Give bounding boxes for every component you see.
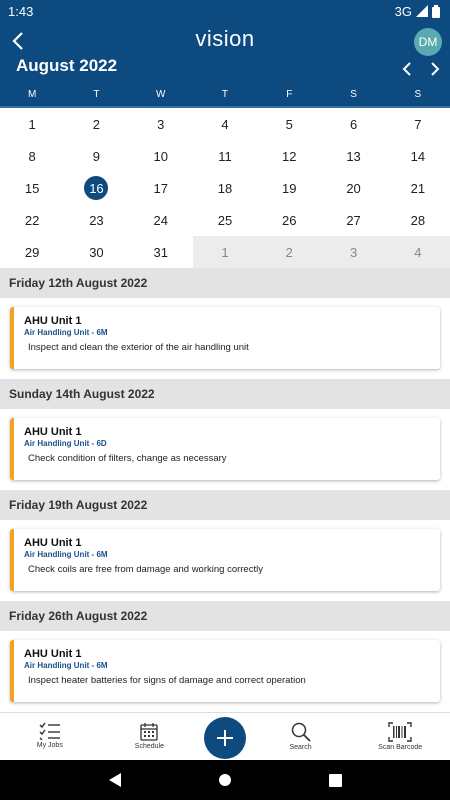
avatar[interactable]: DM bbox=[414, 28, 442, 56]
battery-icon bbox=[432, 4, 440, 18]
job-list[interactable]: Friday 12th August 2022 AHU Unit 1 Air H… bbox=[0, 268, 450, 712]
app-header: vision DM August 2022 bbox=[0, 22, 450, 84]
calendar-day[interactable]: 30 bbox=[64, 236, 128, 268]
tab-scan-barcode[interactable]: Scan Barcode bbox=[355, 713, 445, 751]
calendar-grid: 1 2 3 4 5 6 7 8 9 10 11 12 13 14 15 16 1… bbox=[0, 108, 450, 268]
weekday-label: F bbox=[286, 89, 293, 100]
calendar-day[interactable]: 6 bbox=[321, 108, 385, 140]
job-card[interactable]: AHU Unit 1 Air Handling Unit - 6D Check … bbox=[10, 418, 440, 480]
calendar-day[interactable]: 27 bbox=[321, 204, 385, 236]
calendar-day[interactable]: 29 bbox=[0, 236, 64, 268]
checklist-icon bbox=[39, 722, 60, 740]
month-nav bbox=[396, 58, 446, 80]
status-icons: 3G bbox=[395, 4, 440, 19]
status-time: 1:43 bbox=[8, 3, 34, 19]
month-title: August 2022 bbox=[16, 56, 118, 75]
next-month-button[interactable] bbox=[424, 58, 446, 80]
job-subtitle: Air Handling Unit - 6M bbox=[24, 550, 108, 559]
calendar-day[interactable]: 28 bbox=[386, 204, 450, 236]
calendar-day[interactable]: 10 bbox=[129, 140, 193, 172]
recents-square-icon[interactable] bbox=[328, 773, 342, 787]
job-card[interactable]: AHU Unit 1 Air Handling Unit - 6M Inspec… bbox=[10, 307, 440, 369]
back-triangle-icon[interactable] bbox=[108, 772, 122, 788]
calendar-day[interactable]: 24 bbox=[129, 204, 193, 236]
calendar-day[interactable]: 1 bbox=[0, 108, 64, 140]
tab-search[interactable]: Search bbox=[256, 713, 346, 751]
job-subtitle: Air Handling Unit - 6M bbox=[24, 661, 108, 670]
job-subtitle: Air Handling Unit - 6D bbox=[24, 439, 107, 448]
calendar-day-today[interactable]: 16 bbox=[64, 172, 128, 204]
home-circle-icon[interactable] bbox=[218, 773, 232, 787]
system-nav-bar bbox=[0, 760, 450, 800]
calendar-day[interactable]: 8 bbox=[0, 140, 64, 172]
date-header: Friday 19th August 2022 bbox=[0, 490, 450, 520]
calendar-day-next-month[interactable]: 4 bbox=[385, 236, 450, 268]
weekday-label: T bbox=[93, 89, 100, 100]
calendar-day[interactable]: 5 bbox=[257, 108, 321, 140]
signal-icon bbox=[416, 5, 428, 17]
weekday-label: S bbox=[414, 89, 422, 100]
prev-month-button[interactable] bbox=[396, 58, 418, 80]
job-title: AHU Unit 1 bbox=[24, 648, 82, 660]
tab-label: My Jobs bbox=[36, 742, 63, 749]
calendar-day[interactable]: 4 bbox=[193, 108, 257, 140]
calendar-day[interactable]: 31 bbox=[129, 236, 193, 268]
weekday-label: W bbox=[155, 89, 166, 100]
job-card[interactable]: AHU Unit 1 Air Handling Unit - 6M Check … bbox=[10, 529, 440, 591]
calendar-day-next-month[interactable]: 1 bbox=[192, 236, 258, 268]
job-subtitle: Air Handling Unit - 6M bbox=[24, 328, 108, 337]
tab-label: Search bbox=[289, 744, 312, 751]
search-icon bbox=[291, 722, 311, 742]
network-label: 3G bbox=[394, 3, 412, 19]
calendar-day[interactable]: 20 bbox=[321, 172, 385, 204]
calendar-icon bbox=[140, 723, 159, 741]
job-description: Check condition of filters, change as ne… bbox=[28, 453, 227, 464]
bottom-nav: My Jobs Schedule Search Scan Barcode bbox=[0, 712, 450, 760]
job-title: AHU Unit 1 bbox=[24, 315, 82, 327]
calendar-day[interactable]: 2 bbox=[64, 108, 128, 140]
calendar-day-next-month[interactable]: 2 bbox=[257, 236, 322, 268]
date-header: Friday 12th August 2022 bbox=[0, 268, 450, 298]
calendar-day[interactable]: 21 bbox=[386, 172, 450, 204]
chevron-left-icon bbox=[402, 62, 411, 76]
calendar-day[interactable]: 15 bbox=[0, 172, 64, 204]
calendar-day[interactable]: 23 bbox=[64, 204, 128, 236]
status-bar: 1:43 3G bbox=[0, 0, 450, 22]
calendar-day[interactable]: 19 bbox=[257, 172, 321, 204]
calendar-day[interactable]: 25 bbox=[193, 204, 257, 236]
weekday-header: M T W T F S S bbox=[0, 84, 450, 108]
calendar-day[interactable]: 13 bbox=[321, 140, 385, 172]
date-header: Sunday 14th August 2022 bbox=[0, 379, 450, 409]
tab-label: Scan Barcode bbox=[378, 744, 423, 751]
chevron-right-icon bbox=[431, 62, 440, 76]
date-header: Friday 26th August 2022 bbox=[0, 601, 450, 631]
calendar-day[interactable]: 11 bbox=[193, 140, 257, 172]
calendar-day[interactable]: 14 bbox=[386, 140, 450, 172]
calendar-day-next-month[interactable]: 3 bbox=[321, 236, 386, 268]
barcode-icon bbox=[388, 722, 412, 742]
tab-schedule[interactable]: Schedule bbox=[104, 713, 194, 750]
calendar-day[interactable]: 9 bbox=[64, 140, 128, 172]
job-card[interactable]: AHU Unit 1 Air Handling Unit - 6M Inspec… bbox=[10, 640, 440, 702]
job-description: Inspect and clean the exterior of the ai… bbox=[28, 342, 249, 353]
calendar-day[interactable]: 7 bbox=[386, 108, 450, 140]
weekday-label: T bbox=[221, 89, 229, 100]
calendar-day[interactable]: 3 bbox=[129, 108, 193, 140]
plus-icon bbox=[216, 730, 233, 746]
job-title: AHU Unit 1 bbox=[24, 426, 82, 438]
weekday-label: M bbox=[27, 89, 37, 100]
app-logo: vision bbox=[195, 26, 255, 51]
tab-label: Schedule bbox=[134, 743, 164, 750]
calendar-day[interactable]: 17 bbox=[129, 172, 193, 204]
job-description: Check coils are free from damage and wor… bbox=[28, 564, 263, 575]
add-job-button[interactable] bbox=[203, 717, 246, 759]
weekday-label: S bbox=[350, 89, 357, 100]
calendar-day[interactable]: 22 bbox=[0, 204, 64, 236]
calendar-day[interactable]: 26 bbox=[257, 204, 321, 236]
job-title: AHU Unit 1 bbox=[24, 537, 82, 549]
calendar-day[interactable]: 18 bbox=[193, 172, 257, 204]
job-description: Inspect heater batteries for signs of da… bbox=[28, 675, 306, 686]
tab-my-jobs[interactable]: My Jobs bbox=[5, 713, 95, 749]
calendar-day[interactable]: 12 bbox=[257, 140, 321, 172]
